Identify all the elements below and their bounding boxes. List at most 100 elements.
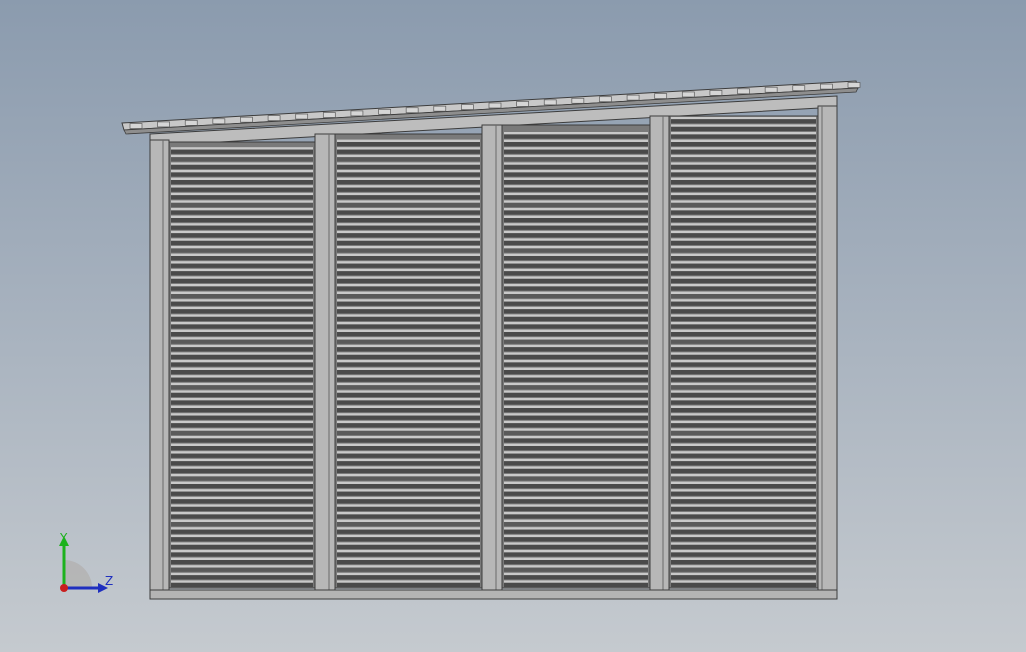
louver-slat-shadow xyxy=(171,202,313,207)
3d-viewport[interactable]: Y Z xyxy=(0,0,1026,652)
louver-slat-shadow xyxy=(337,240,480,245)
louver-slat-shadow xyxy=(337,271,480,276)
louver-slat xyxy=(504,390,648,393)
louver-slat-shadow xyxy=(504,552,648,557)
louver-slat xyxy=(504,580,648,583)
louver-slat-shadow xyxy=(671,316,816,321)
louver-slat xyxy=(171,223,313,226)
louver-slat xyxy=(671,284,816,287)
louver-slat-shadow xyxy=(171,240,313,245)
louver-slat xyxy=(337,466,480,469)
louver-slat-shadow xyxy=(671,499,816,504)
louver-slat-shadow xyxy=(671,423,816,428)
roof-rib xyxy=(792,85,806,92)
louver-slat-shadow xyxy=(671,248,816,253)
louver-slat-shadow xyxy=(337,392,480,397)
y-axis-label: Y xyxy=(59,531,68,545)
louver-slat-shadow xyxy=(337,468,480,473)
louver-slat-shadow xyxy=(171,256,313,261)
louver-slat xyxy=(504,489,648,492)
louver-slat xyxy=(171,481,313,484)
roof-rib xyxy=(405,107,419,114)
louver-slat-shadow xyxy=(671,476,816,481)
louver-slat-shadow xyxy=(171,567,313,572)
louver-slat xyxy=(171,360,313,363)
louver-slat-shadow xyxy=(171,187,313,192)
louver-slat xyxy=(504,443,648,446)
louver-slat-shadow xyxy=(337,263,480,268)
roof-rib xyxy=(626,94,640,101)
louver-slat xyxy=(337,230,480,234)
louver-slat xyxy=(671,306,816,310)
louver-slat xyxy=(337,527,480,530)
louver-slat-shadow xyxy=(337,339,480,344)
louver-slat xyxy=(504,147,648,150)
louver-slat-shadow xyxy=(337,514,480,519)
z-axis-label: Z xyxy=(105,574,113,588)
louver-slat-shadow xyxy=(671,240,816,245)
model-view[interactable] xyxy=(0,0,1026,652)
louver-slat xyxy=(171,147,313,150)
louver-slat-shadow xyxy=(504,544,648,549)
louver-slat xyxy=(671,154,816,158)
louver-slat xyxy=(171,208,313,211)
louver-slat-shadow xyxy=(504,385,648,390)
louver-slat xyxy=(171,534,313,538)
roof-rib xyxy=(599,96,612,103)
louver-slat-shadow xyxy=(171,537,313,542)
louver-slat-shadow xyxy=(337,309,480,314)
louver-slat-shadow xyxy=(171,157,313,162)
louver-slat xyxy=(671,436,816,439)
louver-slat xyxy=(504,413,648,416)
louver-slat xyxy=(337,322,480,325)
louver-slat xyxy=(671,147,816,150)
louver-slat-shadow xyxy=(171,461,313,466)
louver-slat xyxy=(671,474,816,477)
louver-slat xyxy=(504,542,648,545)
louver-slat-shadow xyxy=(671,218,816,223)
louver-slat-shadow xyxy=(671,567,816,572)
louver-slat xyxy=(671,572,816,576)
louver-slat xyxy=(337,481,480,484)
louver-slat xyxy=(171,215,313,218)
louver-slat xyxy=(337,352,480,355)
louver-slat xyxy=(171,200,313,203)
louver-slat xyxy=(337,451,480,454)
louver-slat xyxy=(171,542,313,545)
louver-slat xyxy=(171,329,313,332)
louver-slat-shadow xyxy=(171,552,313,557)
louver-slat xyxy=(337,398,480,401)
louver-slat xyxy=(171,337,313,340)
louver-slat-shadow xyxy=(671,286,816,291)
louver-slat xyxy=(671,132,816,135)
louver-slat-shadow xyxy=(504,506,648,511)
louver-slat-shadow xyxy=(671,537,816,542)
louver-slat xyxy=(504,565,648,568)
louver-slat-shadow xyxy=(671,552,816,557)
louver-slat xyxy=(671,542,816,545)
louver-slat xyxy=(171,572,313,576)
roof-rib xyxy=(378,108,391,115)
louver-slat xyxy=(337,185,480,188)
roof-rib xyxy=(516,101,529,107)
louver-slat-shadow xyxy=(671,468,816,473)
louver-slat xyxy=(671,200,816,203)
louver-slat xyxy=(171,413,313,416)
louver-slat-shadow xyxy=(337,385,480,390)
louver-slat-shadow xyxy=(171,423,313,428)
louver-slat-shadow xyxy=(337,164,480,169)
louver-slat-shadow xyxy=(504,415,648,420)
louver-slat-shadow xyxy=(171,324,313,329)
louver-slat xyxy=(671,344,816,348)
louver-slat xyxy=(337,375,480,378)
louver-slat-shadow xyxy=(671,172,816,177)
louver-slat-shadow xyxy=(671,142,816,147)
louver-slat-shadow xyxy=(671,301,816,306)
louver-slat xyxy=(171,565,313,568)
louver-slat-shadow xyxy=(671,256,816,261)
louver-slat xyxy=(504,512,648,515)
roof-rib xyxy=(461,104,474,110)
louver-slat xyxy=(504,367,648,370)
louver-slat-shadow xyxy=(671,377,816,382)
louver-slat-shadow xyxy=(504,134,648,139)
